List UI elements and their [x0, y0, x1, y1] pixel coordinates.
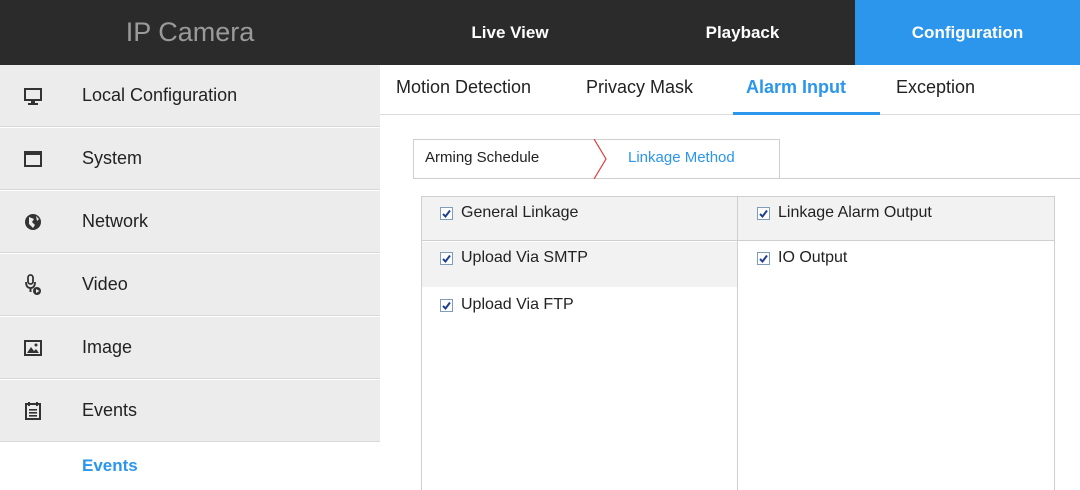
sidebar-item-events[interactable]: Events	[0, 380, 380, 442]
sidebar-item-video[interactable]: Video	[0, 254, 380, 316]
tab-alarm-input[interactable]: Alarm Input	[746, 77, 846, 98]
linkage-column-divider	[737, 196, 738, 490]
sidebar-subitem-events[interactable]: Events	[82, 456, 138, 476]
sidebar-item-system[interactable]: System	[0, 128, 380, 190]
tab-privacy-mask[interactable]: Privacy Mask	[586, 77, 693, 98]
calendar-icon	[22, 400, 44, 422]
tab-exception[interactable]: Exception	[896, 77, 975, 98]
tab-motion-detection[interactable]: Motion Detection	[396, 77, 531, 98]
image-icon	[22, 337, 44, 359]
checkmark-icon	[757, 251, 770, 265]
sidebar-item-label: Events	[82, 400, 138, 420]
active-tab-indicator	[733, 112, 880, 115]
globe-icon	[22, 211, 44, 233]
checkmark-icon	[757, 206, 770, 220]
upload-ftp-checkbox[interactable]: Upload Via FTP	[440, 296, 574, 314]
sidebar: Local Configuration System Network Video…	[0, 65, 380, 490]
sidebar-item-local-configuration[interactable]: Local Configuration	[0, 65, 380, 127]
window-icon	[22, 148, 44, 170]
microphone-icon	[22, 273, 44, 296]
sidebar-item-label: Network	[82, 211, 149, 231]
checkmark-icon	[440, 298, 453, 312]
subtab-linkage-method[interactable]: Linkage Method	[628, 149, 735, 166]
monitor-icon	[22, 85, 44, 107]
sidebar-item-label: Video	[82, 274, 128, 294]
io-output-checkbox[interactable]: IO Output	[757, 249, 847, 267]
checkmark-icon	[440, 206, 453, 220]
nav-live-view[interactable]: Live View	[400, 0, 620, 65]
subtab-arming-schedule[interactable]: Arming Schedule	[425, 149, 539, 166]
chevron-right-icon	[593, 139, 607, 179]
sidebar-item-label: Image	[82, 337, 133, 357]
tab-bar: Motion Detection Privacy Mask Alarm Inpu…	[380, 65, 1080, 115]
upload-ftp-label: Upload Via FTP	[461, 296, 574, 313]
app-title: IP Camera	[125, 17, 255, 47]
upload-smtp-label: Upload Via SMTP	[461, 249, 588, 266]
top-bar: IP Camera Live View Playback Configurati…	[0, 0, 1080, 65]
general-linkage-checkbox[interactable]: General Linkage	[440, 204, 578, 222]
sidebar-item-image[interactable]: Image	[0, 317, 380, 379]
nav-playback[interactable]: Playback	[630, 0, 855, 65]
general-linkage-label: General Linkage	[461, 204, 579, 221]
io-output-label: IO Output	[778, 249, 848, 266]
linkage-alarm-output-checkbox[interactable]: Linkage Alarm Output	[757, 204, 932, 222]
linkage-alarm-output-label: Linkage Alarm Output	[778, 204, 932, 221]
checkmark-icon	[440, 251, 453, 265]
nav-configuration[interactable]: Configuration	[855, 0, 1080, 65]
upload-smtp-checkbox[interactable]: Upload Via SMTP	[440, 249, 588, 267]
sidebar-item-label: Local Configuration	[82, 85, 238, 105]
sidebar-item-label: System	[82, 148, 143, 168]
sidebar-item-network[interactable]: Network	[0, 191, 380, 253]
